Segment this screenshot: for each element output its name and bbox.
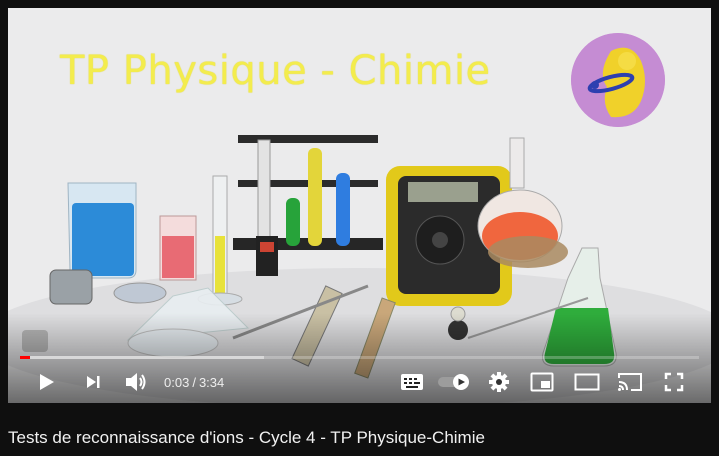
channel-logo — [571, 33, 665, 127]
progress-buffered — [20, 356, 265, 359]
play-icon — [40, 374, 54, 390]
progress-played — [20, 356, 30, 359]
current-time: 0:03 — [164, 374, 190, 390]
gear-icon — [489, 372, 509, 392]
theater-mode-button[interactable] — [572, 365, 602, 399]
fullscreen-icon — [664, 372, 684, 392]
video-title[interactable]: Tests de reconnaissance d'ions - Cycle 4… — [8, 428, 485, 448]
cast-icon — [618, 373, 642, 391]
miniplayer-button[interactable] — [527, 365, 557, 399]
autoplay-toggle-icon — [438, 374, 469, 390]
miniplayer-icon — [530, 372, 554, 392]
time-display: 0:03 / 3:34 — [164, 365, 227, 399]
cast-button[interactable] — [615, 365, 645, 399]
progress-bar[interactable] — [20, 356, 699, 359]
player-controls: 0:03 / 3:34 — [8, 365, 711, 399]
subtitles-icon — [401, 374, 423, 390]
next-button[interactable] — [78, 365, 108, 399]
volume-icon — [126, 373, 146, 391]
red-cylinder — [159, 215, 197, 281]
video-overlay-title: TP Physique - Chimie — [60, 48, 491, 94]
autoplay-toggle[interactable] — [436, 365, 472, 399]
video-player[interactable]: TP Physique - Chimie 0:03 / 3:34 — [8, 8, 711, 403]
time-separator: / — [192, 374, 196, 390]
mute-button[interactable] — [120, 365, 152, 399]
play-button[interactable] — [30, 365, 62, 399]
next-icon — [87, 376, 100, 388]
blue-beaker — [67, 182, 137, 279]
settings-button[interactable] — [484, 365, 514, 399]
duration: 3:34 — [198, 374, 225, 390]
subtitles-button[interactable] — [397, 365, 427, 399]
theater-mode-icon — [574, 373, 600, 391]
fullscreen-button[interactable] — [659, 365, 689, 399]
